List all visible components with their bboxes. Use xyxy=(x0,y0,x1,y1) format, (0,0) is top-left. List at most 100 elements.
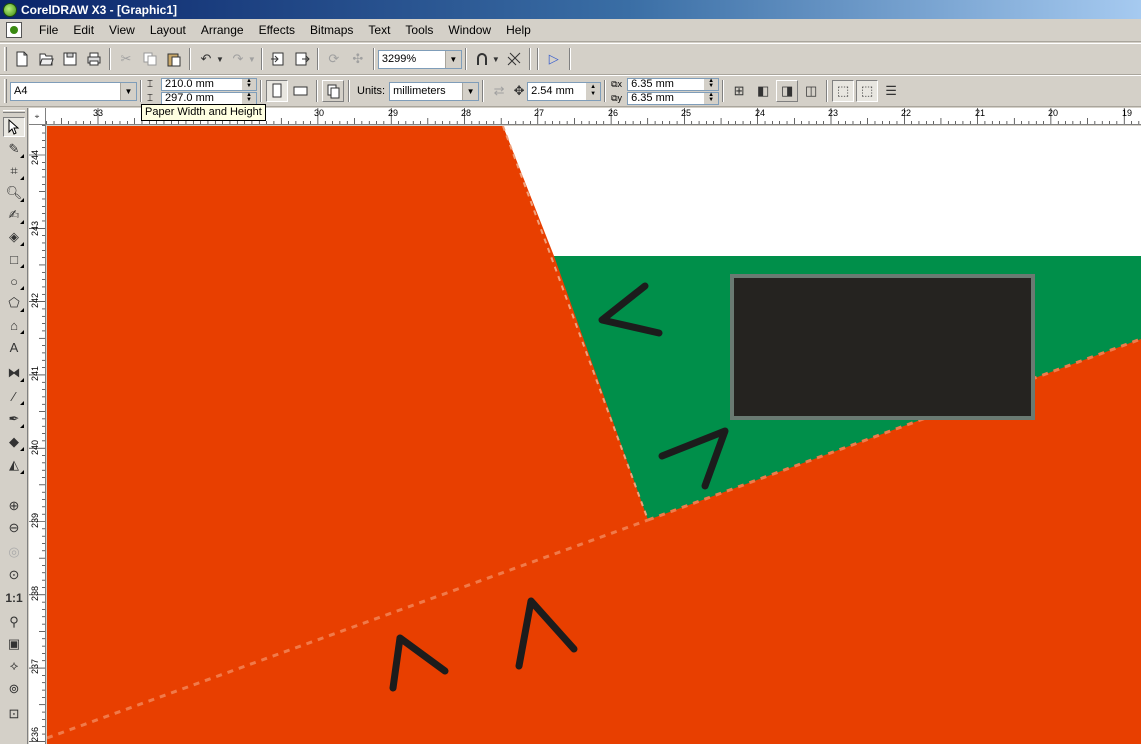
play-icon[interactable]: ▷ xyxy=(543,48,565,70)
zoom-fit-icon[interactable]: ⊚ xyxy=(3,679,25,699)
duplicate-x-value: 6.35 mm xyxy=(631,78,674,90)
zoom-page-icon[interactable]: ⚲ xyxy=(3,612,25,632)
cut-icon[interactable]: ✂ xyxy=(115,48,137,70)
menu-bitmaps[interactable]: Bitmaps xyxy=(303,19,361,42)
page-facing-icon[interactable]: ◫ xyxy=(800,80,822,102)
menu-effects[interactable]: Effects xyxy=(252,19,303,42)
pan-icon[interactable]: ⊡ xyxy=(3,704,25,724)
insert-page-icon[interactable]: ⊞ xyxy=(728,80,750,102)
chevron-down-icon[interactable]: ▼ xyxy=(120,82,136,100)
landscape-icon[interactable] xyxy=(290,80,312,102)
polygon-tool-icon[interactable]: ⬠ xyxy=(3,293,25,313)
duplicate-x-field[interactable]: 6.35 mm ▲ ▼ xyxy=(627,77,720,91)
chevron-down-icon[interactable]: ▼ xyxy=(462,82,479,100)
toolbox-grip[interactable] xyxy=(3,110,25,113)
nudge-distance-field[interactable]: 2.54 mm ▲ ▼ xyxy=(527,81,602,101)
menu-tools[interactable]: Tools xyxy=(398,19,441,42)
menu-window[interactable]: Window xyxy=(441,19,499,42)
menu-view[interactable]: View xyxy=(102,19,143,42)
duplicate-x-icon: ⧉x xyxy=(611,78,623,89)
menu-arrange[interactable]: Arrange xyxy=(194,19,252,42)
print-icon[interactable] xyxy=(83,48,105,70)
page-layout-icon[interactable]: ◨ xyxy=(776,80,799,102)
drawing-canvas[interactable] xyxy=(47,126,1141,744)
undo-icon[interactable]: ↶ xyxy=(195,48,217,70)
toolbar-separator xyxy=(568,48,571,70)
black-rectangle[interactable] xyxy=(732,276,1033,418)
export-icon[interactable] xyxy=(291,48,313,70)
object-properties-icon[interactable]: ☰ xyxy=(880,80,902,102)
import-icon[interactable] xyxy=(267,48,289,70)
paper-width-field[interactable]: 210.0 mm ▲ ▼ xyxy=(161,77,257,91)
duplicate-y-field[interactable]: 6.35 mm ▲ ▼ xyxy=(627,91,720,105)
application-launcher-icon[interactable]: ⟳ xyxy=(323,48,345,70)
spin-arrows-icon[interactable]: ▲ ▼ xyxy=(704,78,719,90)
interactive-fill-icon[interactable]: ◭ xyxy=(3,455,25,475)
fill-tool-icon[interactable]: ◆ xyxy=(3,432,25,452)
menu-file[interactable]: File xyxy=(32,19,66,42)
snap-dropdown-icon[interactable]: ▼ xyxy=(492,55,500,64)
shape-tool-icon[interactable]: ✎ xyxy=(3,139,25,159)
ellipse-tool-icon[interactable]: ○ xyxy=(3,271,25,291)
rectangle-tool-icon[interactable]: □ xyxy=(3,249,25,269)
eyedropper-icon[interactable]: ⁄ xyxy=(3,386,25,406)
basic-shapes-icon[interactable]: ⌂ xyxy=(3,315,25,335)
page-border-icon[interactable]: ◧ xyxy=(752,80,774,102)
undo-dropdown-icon[interactable]: ▼ xyxy=(216,55,224,64)
toolbar-separator xyxy=(109,48,111,70)
menu-edit[interactable]: Edit xyxy=(66,19,102,42)
toolbar-grip[interactable] xyxy=(4,79,7,103)
zoom-height-icon[interactable]: ⟡ xyxy=(3,656,25,676)
toolbar-separator xyxy=(348,80,350,102)
document-icon[interactable] xyxy=(6,22,22,38)
spin-arrows-icon[interactable]: ▲ ▼ xyxy=(704,92,719,104)
all-pages-icon[interactable] xyxy=(322,80,344,102)
copy-icon[interactable] xyxy=(139,48,161,70)
ruler-origin-icon[interactable]: ⌖ xyxy=(29,108,46,125)
portrait-icon[interactable] xyxy=(266,80,288,102)
chevron-down-icon[interactable]: ▼ xyxy=(444,50,461,68)
spin-arrows-icon[interactable]: ▲ ▼ xyxy=(586,82,601,100)
paper-height-field[interactable]: 297.0 mm ▲ ▼ xyxy=(161,91,257,105)
units-combo[interactable]: millimeters ▼ xyxy=(389,81,480,101)
paste-icon[interactable] xyxy=(163,48,185,70)
redo-icon[interactable]: ↷ xyxy=(227,48,249,70)
smart-fill-icon[interactable]: ◈ xyxy=(3,227,25,247)
redo-dropdown-icon[interactable]: ▼ xyxy=(248,55,256,64)
options-icon[interactable] xyxy=(503,48,525,70)
new-icon[interactable] xyxy=(11,48,33,70)
toolbar-separator xyxy=(826,80,829,102)
zoom-selected-icon[interactable]: ◎ xyxy=(3,542,25,562)
zoom-in-icon[interactable]: ⊕ xyxy=(3,496,25,516)
treat-as-filled-icon[interactable]: ⬚ xyxy=(832,80,855,102)
zoom-out-icon[interactable]: ⊖ xyxy=(3,518,25,538)
freehand-tool-icon[interactable]: ✍︎ xyxy=(3,205,25,225)
zoom-all-icon[interactable]: ⊙ xyxy=(3,565,25,585)
menu-layout[interactable]: Layout xyxy=(143,19,194,42)
vertical-ruler[interactable]: 244 243 242 241 240 239 238 237 236 xyxy=(29,125,46,744)
menu-help[interactable]: Help xyxy=(499,19,539,42)
duplicate-y-value: 6.35 mm xyxy=(631,92,674,104)
spin-arrows-icon[interactable]: ▲ ▼ xyxy=(242,78,256,90)
zoom-1-to-1-label[interactable]: 1:1 xyxy=(3,588,25,608)
menu-text[interactable]: Text xyxy=(361,19,398,42)
pick-tool-icon[interactable] xyxy=(3,117,25,137)
interactive-blend-icon[interactable]: ⧓ xyxy=(3,363,25,383)
white-shape[interactable] xyxy=(503,126,1141,256)
text-tool-icon[interactable]: A xyxy=(3,337,25,357)
spin-arrows-icon[interactable]: ▲ ▼ xyxy=(242,92,256,104)
page-size-combo[interactable]: A4 ▼ xyxy=(10,81,137,101)
crop-tool-icon[interactable]: ⌗ xyxy=(3,161,25,181)
save-icon[interactable] xyxy=(59,48,81,70)
zoom-width-icon[interactable]: ▣ xyxy=(3,634,25,654)
open-icon[interactable] xyxy=(35,48,57,70)
welcome-screen-icon[interactable]: ✣ xyxy=(347,48,369,70)
draw-objects-filled-icon[interactable]: ⬚ xyxy=(856,80,879,102)
snap-to-icon[interactable] xyxy=(471,48,493,70)
zoom-level-combo[interactable]: 3299% ▼ xyxy=(377,49,462,69)
drawing-scale-icon[interactable]: ⇄ xyxy=(488,80,510,102)
nudge-icon[interactable]: ✥ xyxy=(512,80,526,102)
toolbar-grip[interactable] xyxy=(4,47,7,71)
outline-tool-icon[interactable]: ✒︎ xyxy=(3,409,25,429)
zoom-tool-icon[interactable]: 🔍︎ xyxy=(3,183,25,203)
